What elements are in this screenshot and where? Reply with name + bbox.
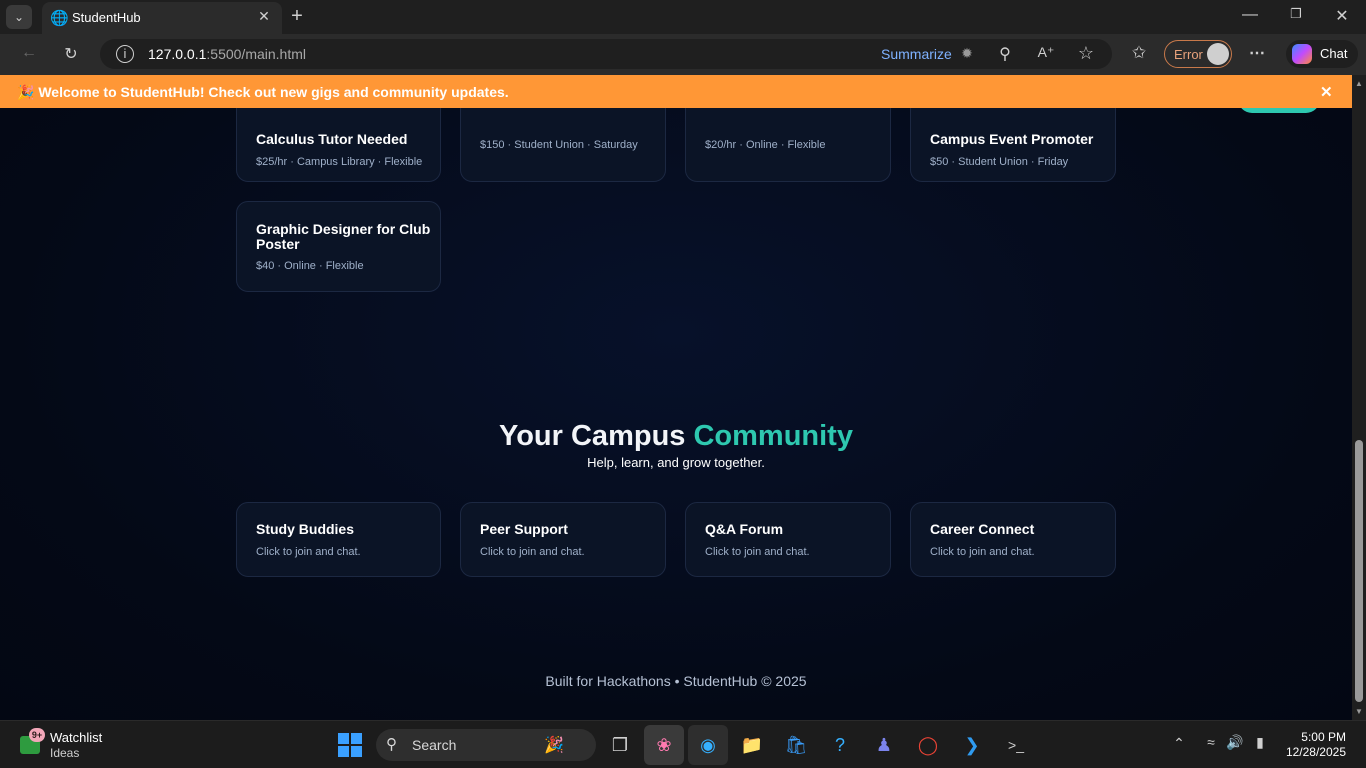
taskbar-search[interactable]: ⚲ Search 🎉 [376, 729, 596, 761]
taskbar: 9+ Watchlist Ideas ⚲ Search 🎉 ❐ ❀ ◉ 📁 🛍 … [0, 720, 1366, 768]
error-label: Error [1174, 47, 1203, 62]
profile-error-button[interactable]: Error [1164, 40, 1232, 68]
tab-list-chevron-icon[interactable]: ⌄ [6, 5, 32, 29]
clock-date: 12/28/2025 [1285, 745, 1346, 759]
avatar [1207, 43, 1229, 65]
page-content: Calculus Tutor Needed $25/hr · Campus Li… [0, 75, 1352, 720]
community-subtitle: Help, learn, and grow together. [587, 455, 765, 470]
close-window-icon[interactable]: ✕ [1332, 6, 1352, 26]
widget-subtitle: Ideas [50, 746, 80, 760]
community-card-study-buddies[interactable]: Study Buddies Click to join and chat. [236, 502, 441, 577]
minimize-icon[interactable]: — [1240, 6, 1260, 24]
copilot-summarize-icon[interactable]: ✹ [958, 45, 976, 62]
gig-title: Campus Event Promoter [930, 131, 1094, 147]
favorite-star-icon[interactable]: ☆ [1076, 43, 1096, 64]
browser-toolbar: ← ↻ i 127.0.0.1:5500/main.html Summarize… [0, 34, 1366, 75]
community-card-title: Study Buddies [256, 521, 355, 537]
gig-meta: $150 · Student Union · Saturday [480, 139, 638, 151]
volume-icon[interactable]: 🔊 [1226, 734, 1244, 751]
community-card-title: Career Connect [930, 521, 1035, 537]
edge-browser-icon[interactable]: ◉ [688, 725, 728, 765]
scroll-up-arrow-icon[interactable]: ▲ [1355, 79, 1363, 88]
community-title-accent: Community [693, 420, 853, 452]
tab-strip: ⌄ 🌐 StudentHub ✕ + — ❐ ✕ [0, 0, 1366, 34]
banner-text: 🎉 Welcome to StudentHub! Check out new g… [17, 84, 509, 100]
page-scrollbar[interactable]: ▲ ▼ [1352, 75, 1366, 720]
clock[interactable]: 5:00 PM 12/28/2025 [1282, 730, 1346, 760]
widget-title: Watchlist [50, 730, 103, 745]
close-tab-icon[interactable]: ✕ [256, 8, 272, 25]
search-highlight-icon: 🎉 [544, 737, 564, 754]
globe-icon: 🌐 [50, 10, 69, 27]
notification-badge: 9+ [29, 728, 45, 742]
teams-icon[interactable]: ♟ [864, 725, 904, 765]
back-arrow-icon[interactable]: ← [18, 44, 40, 62]
copilot-icon [1292, 44, 1312, 64]
gig-title: Graphic Designer for Club Poster [256, 221, 431, 252]
copilot-chat-button[interactable]: Chat [1286, 40, 1358, 68]
tab-title: StudentHub [72, 10, 141, 25]
copilot-app-icon[interactable]: ❀ [644, 725, 684, 765]
favorites-icon[interactable]: ✩ [1128, 43, 1150, 63]
community-card-title: Peer Support [480, 521, 568, 537]
search-icon: ⚲ [386, 736, 397, 753]
microsoft-store-icon[interactable]: 🛍 [776, 725, 816, 765]
task-view-icon[interactable]: ❐ [600, 725, 640, 765]
url-path: :5500/main.html [206, 46, 306, 62]
restore-icon[interactable]: ❐ [1286, 6, 1306, 22]
gig-meta: $40 · Online · Flexible [256, 260, 364, 272]
banner-close-icon[interactable]: ✕ [1320, 83, 1333, 101]
community-card-meta: Click to join and chat. [930, 546, 1035, 558]
windows-start-icon[interactable] [338, 733, 362, 757]
community-card-peer-support[interactable]: Peer Support Click to join and chat. [460, 502, 666, 577]
gig-meta: $20/hr · Online · Flexible [705, 139, 826, 151]
community-card-meta: Click to join and chat. [705, 546, 810, 558]
gig-meta: $50 · Student Union · Friday [930, 156, 1069, 168]
new-tab-icon[interactable]: + [286, 5, 308, 28]
chat-label: Chat [1320, 46, 1348, 61]
footer-text: Built for Hackathons • StudentHub © 2025 [545, 673, 807, 689]
address-bar[interactable]: i 127.0.0.1:5500/main.html Summarize ✹ ⚲… [100, 39, 1112, 69]
widget-watchlist[interactable]: 9+ Watchlist Ideas [18, 728, 103, 762]
clock-time: 5:00 PM [1301, 730, 1346, 744]
search-label: Search [412, 737, 457, 753]
file-explorer-icon[interactable]: 📁 [732, 725, 772, 765]
gig-card[interactable]: Graphic Designer for Club Poster $40 · O… [236, 201, 441, 292]
gig-title: Calculus Tutor Needed [256, 131, 408, 147]
summarize-button[interactable]: Summarize [881, 46, 952, 62]
community-card-title: Q&A Forum [705, 521, 784, 537]
community-title: Your Campus Community [0, 420, 1352, 453]
read-aloud-icon[interactable]: A⁺ [1036, 44, 1056, 61]
url-host: 127.0.0.1 [148, 46, 207, 62]
gig-meta: $25/hr · Campus Library · Flexible [256, 156, 423, 168]
battery-icon[interactable]: ▮ [1250, 734, 1270, 751]
community-title-main: Your Campus [499, 420, 694, 452]
community-card-career-connect[interactable]: Career Connect Click to join and chat. [910, 502, 1116, 577]
terminal-icon[interactable]: >_ [996, 725, 1036, 765]
reload-icon[interactable]: ↻ [60, 44, 82, 64]
welcome-banner: 🎉 Welcome to StudentHub! Check out new g… [0, 75, 1352, 108]
wifi-icon[interactable]: ≈ [1202, 734, 1220, 750]
scroll-thumb[interactable] [1355, 440, 1363, 702]
vscode-icon[interactable]: ❯ [952, 725, 992, 765]
more-options-icon[interactable]: ⋯ [1246, 43, 1268, 63]
browser-tab[interactable]: 🌐 StudentHub ✕ [42, 2, 282, 34]
community-card-meta: Click to join and chat. [256, 546, 361, 558]
get-help-icon[interactable]: ? [820, 725, 860, 765]
show-hidden-icons-chevron-icon[interactable]: ⌃ [1170, 735, 1188, 752]
zoom-out-icon[interactable]: ⚲ [996, 44, 1014, 64]
scroll-down-arrow-icon[interactable]: ▼ [1355, 707, 1363, 716]
chrome-icon[interactable]: ◯ [908, 725, 948, 765]
site-info-icon[interactable]: i [116, 45, 134, 63]
community-card-meta: Click to join and chat. [480, 546, 585, 558]
community-card-qa-forum[interactable]: Q&A Forum Click to join and chat. [685, 502, 891, 577]
